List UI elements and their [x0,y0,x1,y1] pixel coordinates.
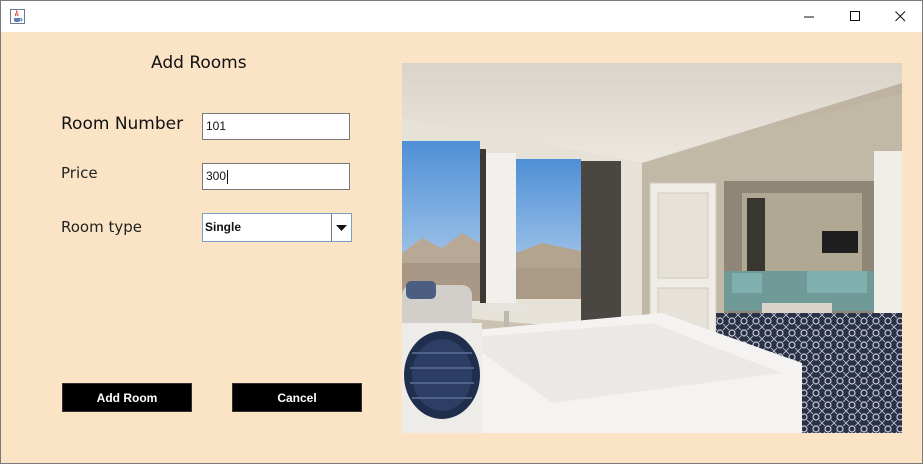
room-number-label: Room Number [61,114,184,134]
room-type-select[interactable]: Single [202,213,352,242]
hotel-room-photo [402,63,902,433]
room-type-label: Room type [61,218,142,236]
room-type-value: Single [203,214,332,241]
close-button[interactable] [878,1,922,32]
text-caret [227,169,229,184]
dropdown-arrow-button[interactable] [332,214,351,241]
price-value: 300 [206,169,227,183]
minimize-button[interactable] [787,1,832,32]
room-number-field[interactable]: 101 [202,113,350,140]
maximize-button[interactable] [833,1,878,32]
price-field[interactable]: 300 [202,163,350,190]
app-window: Add Rooms Room Number 101 Price 300 Room… [0,0,923,464]
chevron-down-icon [336,224,347,231]
maximize-icon [850,11,860,21]
room-number-value: 101 [206,119,227,133]
close-icon [895,11,906,22]
add-room-button[interactable]: Add Room [62,383,192,412]
title-bar [1,1,922,32]
price-label: Price [61,164,98,182]
form-panel: Add Rooms Room Number 101 Price 300 Room… [1,32,922,463]
minimize-icon [804,16,814,18]
java-cup-icon [10,9,25,24]
page-title: Add Rooms [151,53,247,73]
cancel-button[interactable]: Cancel [232,383,362,412]
